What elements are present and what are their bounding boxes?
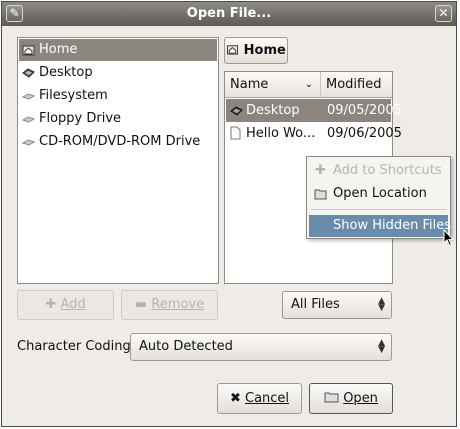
file-modified: 09/05/2005 [327, 103, 402, 118]
add-icon: ✚ [315, 163, 326, 178]
menu-separator [311, 209, 446, 210]
place-floppy[interactable]: Floppy Drive [19, 108, 217, 130]
filter-value: All Files [291, 297, 340, 312]
sort-chevron-down-icon: ⌄ [304, 79, 313, 90]
home-folder-icon [22, 45, 35, 56]
cdrom-icon [22, 139, 35, 146]
menu-label: Show Hidden Files [333, 218, 451, 233]
menu-label: Open Location [333, 186, 427, 201]
file-row-desktop[interactable]: Desktop 09/05/2005 [226, 99, 402, 122]
desktop-folder-icon [230, 106, 243, 116]
remove-button[interactable]: ▬ Remove [121, 290, 218, 320]
add-button[interactable]: ✚ Add [17, 290, 114, 320]
folder-icon [324, 392, 339, 403]
folder-icon [314, 189, 327, 200]
home-folder-icon [227, 45, 239, 55]
cancel-icon: ✖ [229, 391, 241, 406]
path-bar-label: Home [243, 43, 286, 58]
context-menu: ✚ Add to Shortcuts Open Location Show Hi… [306, 156, 451, 239]
encoding-value: Auto Detected [139, 339, 233, 354]
remove-label: Remove [151, 297, 205, 312]
cancel-label: Cancel [245, 391, 290, 406]
character-coding-label: Character Coding: [17, 339, 135, 354]
encoding-label-text: Character Coding: [17, 339, 136, 354]
place-label: Home [39, 42, 78, 57]
combo-arrows-icon: ▲ ▼ [378, 296, 385, 313]
file-filter-combo[interactable]: All Files ▲ ▼ [282, 291, 392, 319]
cancel-button[interactable]: ✖ Cancel [217, 383, 302, 414]
add-icon: ✚ [45, 297, 57, 312]
document-icon [230, 126, 241, 140]
open-button[interactable]: Open [309, 383, 393, 414]
drive-icon [22, 93, 35, 100]
file-row-hello[interactable]: Hello Wo... 09/06/2005 [226, 122, 402, 145]
file-name: Hello Wo... [246, 126, 316, 141]
menu-item-open-location[interactable]: Open Location [309, 183, 448, 205]
character-coding-combo[interactable]: Auto Detected ▲ ▼ [130, 333, 392, 361]
column-header-modified[interactable]: Modified [321, 72, 392, 98]
column-header-name[interactable]: Name ⌄ [225, 72, 321, 98]
place-filesystem[interactable]: Filesystem [19, 85, 217, 107]
path-bar-home-button[interactable]: Home [224, 37, 288, 64]
places-panel: Home Desktop Filesystem Floppy Drive CD-… [17, 37, 219, 284]
title-bar[interactable]: ✎ Open File... ✕ [2, 2, 456, 26]
place-label: Desktop [39, 65, 93, 80]
place-label: Filesystem [39, 88, 108, 103]
open-label: Open [343, 391, 378, 406]
menu-item-show-hidden-files[interactable]: Show Hidden Files [309, 215, 451, 237]
place-desktop[interactable]: Desktop [19, 62, 217, 84]
place-label: CD-ROM/DVD-ROM Drive [39, 134, 201, 149]
window-title: Open File... [186, 6, 272, 21]
column-label: Modified [326, 77, 382, 92]
menu-label: Add to Shortcuts [333, 163, 442, 178]
place-home[interactable]: Home [19, 39, 217, 61]
close-icon[interactable]: ✕ [435, 5, 452, 22]
floppy-icon [22, 116, 35, 123]
file-name: Desktop [246, 103, 300, 118]
menu-item-add-to-shortcuts[interactable]: ✚ Add to Shortcuts [309, 160, 448, 182]
desktop-icon [22, 68, 35, 78]
mouse-pointer-icon [443, 229, 455, 247]
add-label: Add [60, 297, 86, 312]
combo-arrows-icon: ▲ ▼ [378, 338, 385, 355]
place-cdrom[interactable]: CD-ROM/DVD-ROM Drive [19, 131, 217, 153]
column-label: Name [230, 77, 269, 92]
place-label: Floppy Drive [39, 111, 122, 126]
file-modified: 09/06/2005 [327, 126, 402, 141]
remove-icon: ▬ [134, 297, 148, 312]
